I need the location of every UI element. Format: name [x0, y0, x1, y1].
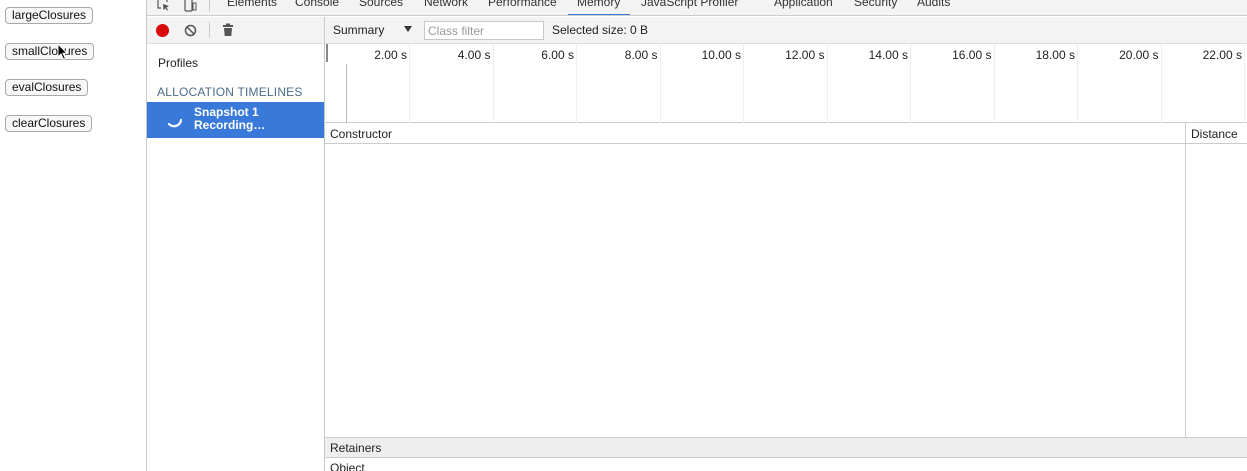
constructor-table-body [325, 144, 1247, 437]
tab-console[interactable]: Console [295, 0, 339, 9]
chevron-down-icon[interactable] [404, 26, 412, 32]
record-button[interactable] [156, 24, 169, 37]
tab-application[interactable]: Application [774, 0, 833, 9]
class-filter-input[interactable] [424, 21, 544, 40]
object-column-header[interactable]: Object [330, 461, 365, 471]
view-selector[interactable]: Summary [333, 23, 384, 37]
timeline-tick-label: 14.00 s [868, 48, 908, 62]
clear-closures-button[interactable]: clearClosures [5, 115, 93, 132]
timeline-tick-label: 4.00 s [457, 48, 491, 62]
timeline-gridline [1160, 44, 1162, 123]
tab-performance[interactable]: Performance [488, 0, 557, 9]
timeline-left-handle[interactable] [326, 44, 328, 62]
timeline-gridline [659, 44, 661, 123]
allocation-timeline[interactable]: 2.00 s 4.00 s 6.00 s 8.00 s 10.00 s 12.00 s 14… [325, 44, 1247, 123]
selected-size-label: Selected size: 0 B [552, 23, 649, 37]
tab-javascript-profiler[interactable]: JavaScript Profiler [641, 0, 738, 9]
timeline-tick-label: 16.00 s [952, 48, 992, 62]
devtools-panel: Elements Console Sources Network Perform… [146, 0, 1247, 471]
tab-sources[interactable]: Sources [359, 0, 403, 9]
timeline-tick-label: 22.00 s [1202, 48, 1242, 62]
timeline-gridline [492, 44, 494, 123]
timeline-tick-label: 20.00 s [1119, 48, 1159, 62]
timeline-gridline [576, 44, 577, 123]
column-divider[interactable] [1185, 123, 1186, 438]
mouse-pointer-icon [57, 43, 69, 61]
timeline-gridline [993, 44, 995, 123]
tab-audits[interactable]: Audits [917, 0, 950, 9]
clear-icon[interactable] [184, 24, 197, 37]
column-constructor[interactable]: Constructor [330, 127, 392, 141]
profiles-label: Profiles [158, 56, 199, 70]
timeline-gridline [743, 44, 744, 123]
device-toolbar-icon[interactable] [183, 0, 197, 12]
tab-elements[interactable]: Elements [227, 0, 277, 9]
timeline-tick-label: 18.00 s [1035, 48, 1075, 62]
timeline-tick-label: 8.00 s [624, 48, 658, 62]
timeline-marker [346, 64, 347, 123]
toolbar-separator [209, 22, 210, 38]
retainers-label: Retainers [330, 441, 382, 455]
timeline-gridline [826, 44, 828, 123]
snapshot-list-item[interactable]: Snapshot 1 Recording… [147, 102, 324, 138]
tab-network[interactable]: Network [424, 0, 468, 9]
allocation-timelines-header: ALLOCATION TIMELINES [157, 85, 303, 99]
profiles-sidebar: Profiles ALLOCATION TIMELINES Snapshot 1… [147, 17, 325, 471]
timeline-gridline [910, 44, 911, 123]
timeline-tick-label: 10.00 s [701, 48, 741, 62]
timeline-tick-label: 2.00 s [374, 48, 407, 62]
inspected-page: largeClosures smallClosures evalClosures… [0, 0, 146, 471]
large-closures-button[interactable]: largeClosures [5, 7, 94, 24]
timeline-gridline [1244, 44, 1245, 123]
tab-security[interactable]: Security [854, 0, 897, 9]
loading-spinner-icon [167, 118, 183, 128]
snapshot-status: Recording… [194, 118, 266, 132]
column-distance[interactable]: Distance [1191, 127, 1238, 141]
retainers-header[interactable]: Retainers [325, 437, 1247, 458]
inspect-element-icon[interactable] [157, 0, 171, 12]
active-tab-indicator [568, 14, 630, 15]
tab-memory[interactable]: Memory [577, 0, 620, 9]
trash-icon[interactable] [222, 23, 234, 37]
timeline-gridline [409, 44, 410, 123]
timeline-gridline [1077, 44, 1078, 123]
eval-closures-button[interactable]: evalClosures [5, 79, 89, 96]
tab-separator [209, 0, 210, 12]
heap-view-toolbar: Summary Selected size: 0 B [325, 17, 1247, 44]
timeline-tick-label: 12.00 s [785, 48, 825, 62]
small-closures-button[interactable]: smallClosures [5, 43, 95, 60]
timeline-tick-label: 6.00 s [541, 48, 574, 62]
constructor-table-header: Constructor Distance [325, 123, 1247, 144]
devtools-tab-bar: Elements Console Sources Network Perform… [147, 0, 1247, 16]
heap-snapshot-view: Summary Selected size: 0 B 2.00 s 4.00 s 6… [325, 17, 1247, 471]
profiles-toolbar [147, 17, 324, 44]
